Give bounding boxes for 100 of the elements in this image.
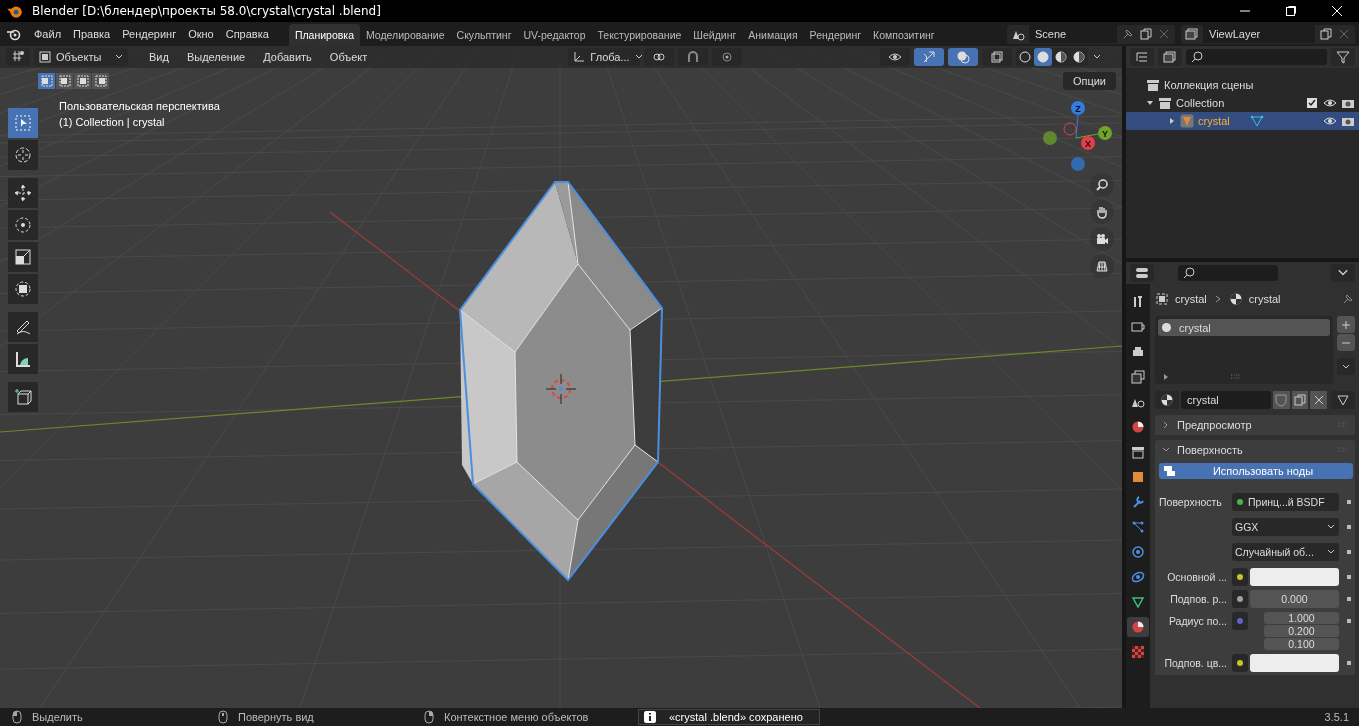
maximize-icon[interactable]: [1285, 5, 1297, 17]
grid-view-button[interactable]: [1090, 254, 1114, 278]
properties-tab[interactable]: [1127, 617, 1149, 637]
mode-dropdown[interactable]: Объекты: [34, 48, 128, 66]
axis-handle[interactable]: Y: [1098, 126, 1112, 140]
negative-axis-handle[interactable]: [1043, 131, 1057, 145]
pin-icon[interactable]: [1341, 292, 1355, 306]
checkbox[interactable]: [1305, 96, 1319, 110]
expand-arrow-icon[interactable]: [1168, 117, 1176, 125]
number-field[interactable]: 0.200: [1264, 625, 1339, 637]
workspace-tab[interactable]: Композитинг: [867, 24, 941, 46]
editor-type-button[interactable]: [1130, 264, 1154, 282]
shader-link-field[interactable]: Принц...й BSDF: [1232, 493, 1339, 511]
copy-icon[interactable]: [1139, 27, 1153, 41]
scene-selector[interactable]: Scene: [1007, 24, 1175, 44]
overlay-toggle[interactable]: [948, 48, 978, 66]
transform-tool-button[interactable]: [8, 274, 38, 304]
menu-item[interactable]: Выделение: [179, 51, 253, 63]
color-swatch[interactable]: [1250, 654, 1339, 672]
pivot-dropdown[interactable]: [644, 48, 675, 66]
use-nodes-button[interactable]: Использовать ноды: [1159, 463, 1353, 479]
panel-header[interactable]: Поверхность: [1155, 440, 1355, 460]
tree-row[interactable]: crystal: [1126, 112, 1359, 130]
scale-tool-button[interactable]: [8, 242, 38, 272]
snap-dropdown[interactable]: [678, 48, 709, 66]
axis-handle[interactable]: Z: [1071, 101, 1085, 115]
material-slot[interactable]: crystal: [1158, 319, 1330, 336]
select-mode-button[interactable]: [74, 73, 91, 89]
socket-button[interactable]: [1232, 590, 1248, 608]
select-mode-button[interactable]: [56, 73, 73, 89]
tree-row[interactable]: Collection: [1126, 94, 1359, 112]
menu-item[interactable]: Справка: [219, 28, 275, 40]
menu-item[interactable]: Рендеринг: [116, 28, 183, 40]
tree-item-label[interactable]: Коллекция сцены: [1164, 79, 1254, 91]
camera-button[interactable]: [1090, 227, 1114, 251]
close-icon[interactable]: [1331, 5, 1343, 17]
triangle-mesh-icon[interactable]: [1249, 114, 1264, 128]
unlink-button[interactable]: [1310, 391, 1327, 409]
view-layer-selector[interactable]: ViewLayer: [1181, 24, 1355, 44]
shading-button[interactable]: [1052, 48, 1070, 66]
shading-button[interactable]: [1016, 48, 1034, 66]
move-tool-button[interactable]: [8, 178, 38, 208]
negative-axis-handle[interactable]: [1071, 157, 1085, 171]
eye-icon[interactable]: [1323, 96, 1337, 110]
menu-item[interactable]: Файл: [28, 28, 68, 40]
select-mode-button[interactable]: [38, 73, 55, 89]
expand-arrow-icon[interactable]: [1146, 99, 1154, 107]
menu-item[interactable]: Объект: [322, 51, 375, 63]
search-field[interactable]: [1186, 49, 1327, 65]
menu-item[interactable]: Добавить: [256, 51, 319, 63]
number-field[interactable]: 0.100: [1264, 638, 1339, 650]
workspace-tab[interactable]: Шейдинг: [687, 24, 743, 46]
pan-button[interactable]: [1090, 200, 1114, 224]
workspace-tab[interactable]: UV-редактор: [517, 24, 592, 46]
workspace-tab[interactable]: Скульптинг: [450, 24, 518, 46]
cursor-tool-button[interactable]: [8, 140, 38, 170]
remove-slot-button[interactable]: [1337, 334, 1355, 351]
duplicate-button[interactable]: [1291, 391, 1309, 409]
xray-toggle[interactable]: [982, 48, 1012, 66]
workspace-tab[interactable]: Моделирование: [360, 24, 451, 46]
panel-header[interactable]: Предпросмотр: [1155, 415, 1355, 435]
display-mode-button[interactable]: [1158, 48, 1182, 66]
workspace-tab[interactable]: Рендеринг: [803, 24, 868, 46]
dropdown-field[interactable]: GGX: [1232, 518, 1339, 536]
crystal-mesh-drawing[interactable]: [458, 181, 663, 582]
annotate-tool-button[interactable]: [8, 312, 38, 342]
shading-button[interactable]: [1034, 48, 1052, 66]
measure-tool-button[interactable]: [8, 344, 38, 374]
eye-icon[interactable]: [1323, 114, 1337, 128]
orientation-dropdown[interactable]: Глоба...: [568, 48, 641, 66]
browse-material-button[interactable]: [1155, 391, 1179, 409]
search-field[interactable]: [1178, 265, 1278, 281]
link-type-dropdown[interactable]: [1331, 391, 1355, 409]
menu-item[interactable]: Окно: [182, 28, 220, 40]
workspace-tab[interactable]: Текстурирование: [591, 24, 688, 46]
filter-button[interactable]: [1331, 48, 1355, 66]
menu-item[interactable]: Правка: [67, 28, 117, 40]
socket-button[interactable]: [1232, 654, 1248, 672]
socket-button[interactable]: [1232, 568, 1248, 586]
editor-type-button[interactable]: [6, 48, 30, 66]
negative-axis-handle[interactable]: [1063, 122, 1077, 136]
axis-handle[interactable]: X: [1081, 136, 1095, 150]
dropdown-field[interactable]: Случайный об...: [1232, 543, 1339, 561]
add-slot-button[interactable]: [1337, 316, 1355, 333]
add-tool-button[interactable]: [8, 382, 38, 412]
color-swatch[interactable]: [1250, 568, 1339, 586]
shading-button[interactable]: [1070, 48, 1088, 66]
gizmo-toggle[interactable]: [914, 48, 944, 66]
menu-item[interactable]: Вид: [142, 51, 176, 63]
resize-handle-icon[interactable]: [1230, 374, 1242, 380]
expand-arrow-icon[interactable]: [1162, 373, 1170, 381]
workspace-tab[interactable]: Анимация: [742, 24, 804, 46]
options-button[interactable]: [1331, 264, 1355, 282]
select-mode-button[interactable]: [92, 73, 109, 89]
workspace-tab[interactable]: Планировка: [288, 24, 360, 46]
number-field[interactable]: 1.000: [1264, 612, 1339, 624]
pin-icon[interactable]: [1121, 27, 1135, 41]
rotate-tool-button[interactable]: [8, 210, 38, 240]
proportional-editing-button[interactable]: [712, 48, 743, 66]
material-name-field[interactable]: crystal: [1181, 391, 1272, 409]
